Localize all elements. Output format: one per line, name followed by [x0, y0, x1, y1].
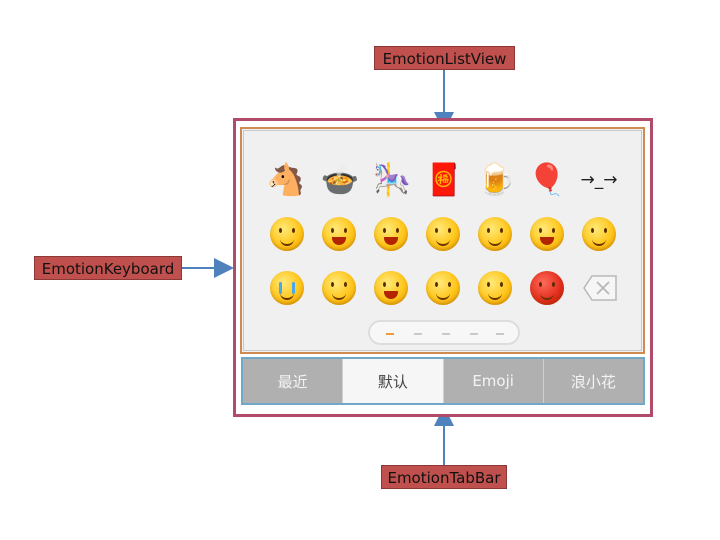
tab-lang-xiaohua[interactable]: 浪小花 — [544, 359, 643, 403]
page-dot-1[interactable] — [386, 333, 394, 335]
page-indicator — [368, 320, 520, 345]
emotion-keyboard-label: EmotionKeyboard — [34, 256, 182, 280]
smile-face[interactable] — [270, 217, 304, 251]
emotion-list-view-label: EmotionListView — [374, 46, 515, 70]
dizzy-face[interactable] — [582, 217, 616, 251]
rocking-horse-emoji[interactable]: 🎠 — [372, 160, 412, 200]
pout-face[interactable] — [478, 271, 512, 305]
yawn-face[interactable] — [374, 271, 408, 305]
shy-face[interactable] — [478, 217, 512, 251]
tab-emoji[interactable]: Emoji — [444, 359, 544, 403]
horse-emoji[interactable]: 🐴 — [266, 160, 306, 200]
hot-air-balloon-emoji[interactable]: 🎈 — [527, 160, 567, 200]
page-dot-5[interactable] — [496, 333, 504, 335]
tongue-face[interactable] — [322, 271, 356, 305]
laugh-face[interactable] — [374, 217, 408, 251]
crying-face[interactable] — [270, 271, 304, 305]
page-dot-4[interactable] — [470, 333, 478, 335]
grin-face[interactable] — [322, 217, 356, 251]
annoyed-face[interactable] — [426, 271, 460, 305]
red-envelope-emoji[interactable]: 🧧 — [424, 160, 464, 200]
tab-recent[interactable]: 最近 — [243, 359, 344, 403]
emotion-tab-bar: 最近 默认 Emoji 浪小花 — [241, 357, 645, 405]
tab-default[interactable]: 默认 — [343, 359, 444, 403]
surprised-face[interactable] — [530, 217, 564, 251]
page-dot-3[interactable] — [442, 333, 450, 335]
emotion-tab-bar-label: EmotionTabBar — [381, 465, 507, 489]
angry-face[interactable] — [530, 271, 564, 305]
beer-and-ingot-emoji[interactable]: 🍺 — [476, 160, 516, 200]
kiss-heart-face[interactable] — [426, 217, 460, 251]
arrow-face-emoji[interactable]: →_→ — [576, 160, 622, 200]
delete-icon[interactable] — [582, 274, 618, 302]
rice-dumpling-bowl-emoji[interactable]: 🍲 — [320, 160, 360, 200]
page-dot-2[interactable] — [414, 333, 422, 335]
